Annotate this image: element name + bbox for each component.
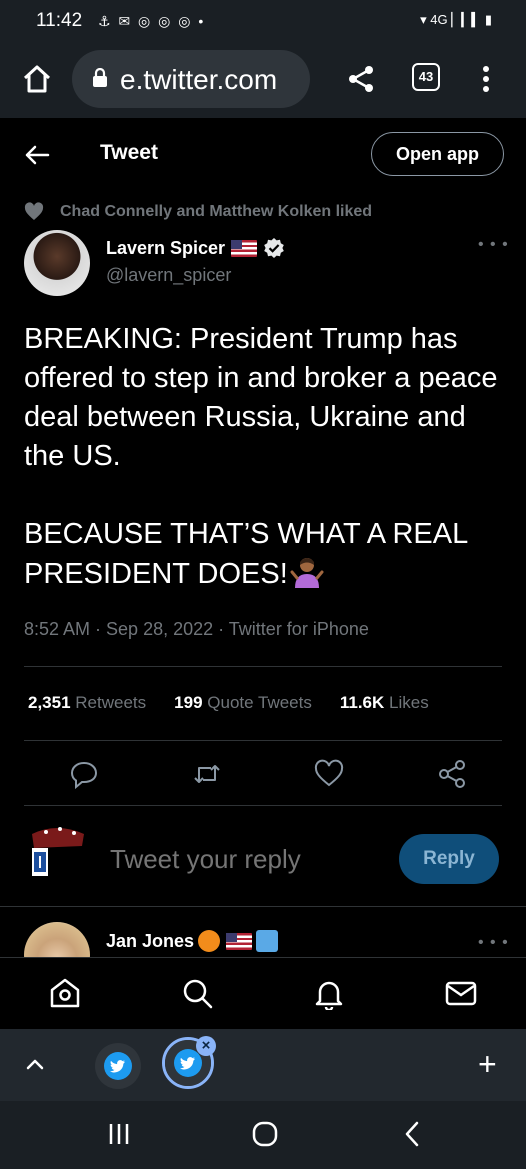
more-options-icon[interactable]: • • • bbox=[478, 934, 509, 952]
retweets-label: Retweets bbox=[75, 693, 147, 712]
tweet-text: BREAKING: President Trump has offered to… bbox=[24, 320, 510, 594]
tab-group-strip bbox=[0, 1029, 526, 1101]
kebab-menu-icon[interactable] bbox=[476, 62, 496, 96]
like-icon[interactable] bbox=[313, 758, 345, 790]
tweet-header: Tweet Open app bbox=[0, 118, 526, 194]
android-navigation-bar bbox=[0, 1101, 526, 1169]
tab-twitter[interactable] bbox=[95, 1043, 141, 1089]
shrug-emoji-icon bbox=[290, 554, 324, 588]
verified-badge-icon bbox=[263, 237, 285, 259]
social-context: Chad Connelly and Matthew Kolken liked bbox=[24, 202, 372, 222]
tweet-actions bbox=[68, 758, 468, 790]
author-name-row[interactable]: Lavern Spicer bbox=[106, 237, 285, 259]
social-context-text[interactable]: Chad Connelly and Matthew Kolken liked bbox=[60, 203, 372, 221]
tweet-timestamp[interactable]: 8:52 AM · Sep 28, 2022 · Twitter for iPh… bbox=[24, 619, 369, 640]
retweet-icon[interactable] bbox=[191, 758, 223, 790]
open-app-button[interactable]: Open app bbox=[371, 132, 504, 176]
browser-toolbar: e.twitter.com 43 bbox=[0, 44, 526, 118]
heart-icon bbox=[24, 202, 44, 222]
status-time: 11:42 bbox=[36, 10, 83, 31]
twitter-logo-icon bbox=[104, 1052, 132, 1080]
tweet-stats: 2,351 Retweets 199 Quote Tweets 11.6K Li… bbox=[28, 693, 457, 713]
quote-tweets-stat[interactable]: 199 Quote Tweets bbox=[174, 693, 312, 713]
chevron-up-icon[interactable] bbox=[22, 1051, 48, 1077]
current-user-avatar bbox=[24, 824, 90, 890]
share-tweet-icon[interactable] bbox=[436, 758, 468, 790]
envelope-icon[interactable] bbox=[444, 976, 478, 1010]
twitter-home-icon[interactable] bbox=[48, 976, 82, 1010]
quote-tweets-count: 199 bbox=[174, 693, 203, 712]
more-options-icon[interactable]: • • • bbox=[478, 236, 509, 254]
author-handle[interactable]: @lavern_spicer bbox=[106, 265, 231, 286]
system-status-icons: ▾ 4G ▏▎▍ ▮ bbox=[420, 12, 492, 27]
likes-count: 11.6K bbox=[339, 693, 385, 712]
reply-author-name[interactable]: Jan Jones bbox=[106, 931, 194, 952]
quote-tweets-label: Quote Tweets bbox=[207, 693, 312, 712]
twitter-bottom-nav bbox=[0, 957, 526, 1029]
recents-icon[interactable] bbox=[106, 1121, 132, 1152]
share-icon[interactable] bbox=[344, 62, 378, 96]
android-home-icon[interactable] bbox=[250, 1119, 280, 1154]
url-text: e.twitter.com bbox=[120, 64, 278, 95]
reply-input[interactable] bbox=[110, 844, 380, 875]
us-flag-icon bbox=[231, 239, 258, 257]
avatar[interactable] bbox=[24, 230, 90, 296]
likes-label: Likes bbox=[389, 693, 429, 712]
reply-author-name-row[interactable]: Jan Jones bbox=[106, 930, 279, 952]
tweet-text-content: BREAKING: President Trump has offered to… bbox=[24, 323, 498, 590]
tab-switcher-button[interactable]: 43 bbox=[412, 63, 440, 91]
divider bbox=[24, 740, 502, 741]
author-name[interactable]: Lavern Spicer bbox=[106, 238, 225, 259]
bell-icon[interactable] bbox=[312, 976, 346, 1012]
rocket-emoji-icon bbox=[256, 930, 279, 952]
orange-emoji-icon bbox=[198, 930, 221, 952]
lock-icon bbox=[92, 67, 108, 88]
likes-stat[interactable]: 11.6K Likes bbox=[340, 693, 429, 713]
notification-icons: ⚓ ✉ ◎ ◎ ◎ • bbox=[98, 13, 206, 29]
retweets-count: 2,351 bbox=[28, 693, 71, 712]
status-bar: 11:42 ⚓ ✉ ◎ ◎ ◎ • ▾ 4G ▏▎▍ ▮ bbox=[0, 0, 526, 44]
divider bbox=[0, 906, 526, 907]
reply-button[interactable]: Reply bbox=[399, 834, 499, 884]
divider bbox=[24, 666, 502, 667]
search-icon[interactable] bbox=[180, 976, 214, 1010]
home-icon[interactable] bbox=[20, 62, 54, 96]
reply-icon[interactable] bbox=[68, 758, 100, 790]
close-tab-icon[interactable]: × bbox=[196, 1036, 216, 1056]
new-tab-icon[interactable]: + bbox=[478, 1046, 497, 1083]
twitter-logo-icon bbox=[174, 1049, 202, 1077]
us-flag-icon bbox=[226, 932, 253, 950]
back-arrow-icon[interactable] bbox=[22, 140, 52, 170]
retweets-stat[interactable]: 2,351 Retweets bbox=[28, 693, 146, 713]
url-bar[interactable]: e.twitter.com bbox=[72, 50, 310, 108]
page-title: Tweet bbox=[100, 141, 158, 164]
android-back-icon[interactable] bbox=[400, 1119, 426, 1154]
divider bbox=[24, 805, 502, 806]
